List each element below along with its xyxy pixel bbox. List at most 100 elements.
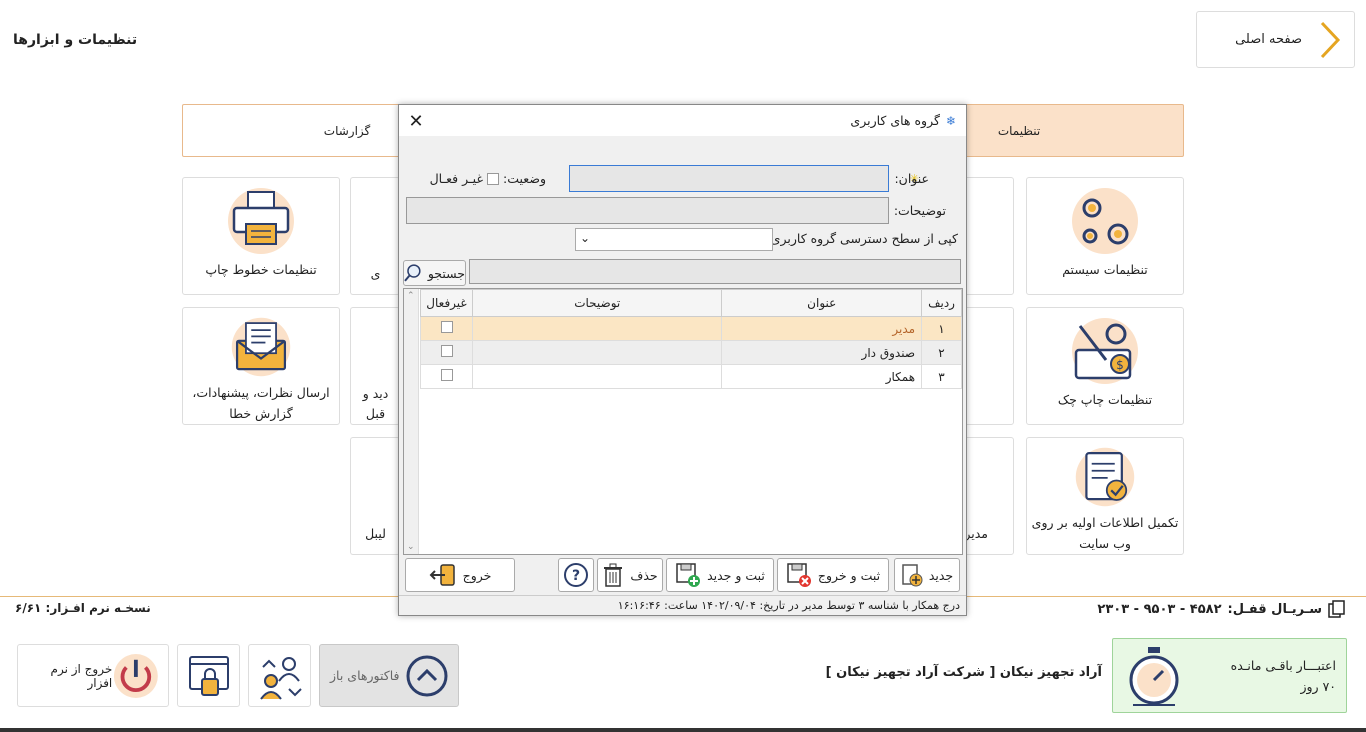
cell-row: ۱ (921, 316, 962, 341)
card-label-line1: تکمیل اطلاعات اولیه بر روی (1031, 515, 1179, 530)
card-complete-info[interactable]: تکمیل اطلاعات اولیه بر روی وب سایت (1026, 437, 1184, 555)
lock-icon (188, 655, 229, 696)
new-label: جدید (928, 567, 954, 583)
col-inactive[interactable]: غیرفعال (420, 289, 473, 317)
open-invoices-button[interactable]: فاکتورهای باز (319, 644, 459, 707)
cell-desc (471, 340, 723, 365)
chevron-up-circle-icon (406, 655, 448, 696)
version-value: ۶/۶۱ (15, 601, 42, 615)
new-document-icon (902, 564, 923, 587)
serial-label: سـریـال قفـل: (1227, 601, 1322, 617)
exit-app-label: خروج از نرم افزار (50, 661, 113, 690)
switch-user-icon (259, 656, 302, 700)
card-label: تنظیمات سیستم (1062, 262, 1148, 277)
card-feedback[interactable]: ارسال نظرات، پیشنهادات، گزارش خطا (182, 307, 340, 425)
card-partial-7[interactable]: لیبل (350, 437, 400, 555)
card-partial-6[interactable]: دید و قبل (350, 307, 400, 425)
col-title[interactable]: عنوان (721, 289, 923, 317)
cell-title: همکار (721, 364, 923, 389)
groups-grid: ⌃ ⌄ ردیف عنوان توضیحات غیرفعال ۱ مدیر ۲ … (403, 288, 963, 555)
card-label-line2: قبل (365, 406, 386, 421)
cell-desc (471, 316, 723, 341)
search-button[interactable]: جستجو (403, 260, 466, 286)
close-icon[interactable]: ✕ (405, 110, 427, 132)
cell-title: صندوق دار (721, 340, 923, 365)
credit-label: اعتبـــار باقـی مانـده (1230, 657, 1336, 673)
chevron-down-icon: ⌄ (580, 231, 591, 245)
cell-row: ۲ (921, 340, 962, 365)
document-check-icon (1075, 447, 1135, 507)
search-label: جستجو (427, 265, 465, 281)
delete-button[interactable]: حذف (597, 558, 663, 592)
exit-label: خروج (462, 567, 492, 583)
cell-desc (471, 364, 723, 389)
user-groups-dialog: ❄ گروه های کاربری ✕ ✳ عنوان: وضعیت: غیـر… (398, 104, 967, 616)
search-icon (404, 264, 421, 282)
serial-lock: سـریـال قفـل: ۴۵۸۲ - ۹۵۰۳ - ۲۳۰۳ (1097, 600, 1346, 618)
save-new-button[interactable]: ثبت و جدید (666, 558, 774, 592)
chevron-right-icon (1320, 21, 1341, 58)
exit-button[interactable]: خروج (405, 558, 515, 592)
svg-text:$: $ (1116, 358, 1124, 372)
card-label-line1: دید و (362, 386, 389, 401)
help-icon: ? (564, 563, 588, 587)
card-partial-4-label: مدیر (964, 526, 988, 541)
copy-icon[interactable] (1328, 600, 1346, 618)
help-button[interactable]: ? (558, 558, 594, 592)
col-row[interactable]: ردیف (921, 289, 962, 317)
card-label: تنظیمات خطوط چاپ (205, 262, 317, 277)
cell-row: ۳ (921, 364, 962, 389)
card-label: تنظیمات چاپ چک (1057, 392, 1153, 407)
save-exit-label: ثبت و خروج (817, 567, 881, 583)
company-name: آراد تجهیز نیکان [ شرکت آراد تجهیز نیکان… (825, 665, 1102, 680)
grid-scrollbar[interactable]: ⌃ ⌄ (404, 289, 419, 554)
status-label: وضعیت: (503, 171, 546, 186)
card-label-line2: گزارش خطا (229, 406, 293, 421)
lock-button[interactable] (177, 644, 240, 707)
version-label: نسخـه نرم افـزار: (45, 601, 151, 615)
card-check-print[interactable]: $ تنظیمات چاپ چک (1026, 307, 1184, 425)
printer-icon (228, 188, 294, 254)
gears-icon (1072, 188, 1138, 254)
exit-app-button[interactable]: خروج از نرم افزار (17, 644, 169, 707)
svg-text:?: ? (572, 568, 580, 584)
row-inactive-checkbox[interactable] (440, 369, 453, 381)
inactive-label: غیـر فعـال (429, 171, 483, 186)
title-label: عنوان: (894, 171, 929, 186)
col-desc[interactable]: توضیحات (471, 289, 723, 317)
title-input[interactable] (569, 165, 889, 192)
switch-user-button[interactable] (248, 644, 311, 707)
home-button[interactable]: صفحه اصلی (1196, 11, 1355, 68)
footer-strip (0, 728, 1366, 732)
stopwatch-icon (1129, 646, 1179, 706)
row-inactive-checkbox[interactable] (440, 345, 453, 357)
card-partial-5[interactable]: ی (350, 177, 400, 295)
card-print-lines[interactable]: تنظیمات خطوط چاپ (182, 177, 340, 295)
card-label: ی (370, 266, 381, 281)
card-label: لیبل (365, 526, 386, 541)
search-input[interactable] (469, 259, 961, 284)
dialog-title: گروه های کاربری (850, 113, 940, 128)
credit-value: ۷۰ روز (1300, 678, 1336, 694)
version: نسخـه نرم افـزار: ۶/۶۱ (15, 601, 151, 615)
desc-input[interactable] (406, 197, 889, 224)
save-exit-button[interactable]: ثبت و خروج (777, 558, 889, 592)
card-system-settings[interactable]: تنظیمات سیستم (1026, 177, 1184, 295)
groups-table: ردیف عنوان توضیحات غیرفعال ۱ مدیر ۲ صندو… (420, 289, 962, 389)
card-label-line2: وب سایت (1079, 536, 1131, 551)
table-row[interactable]: ۳ همکار (420, 364, 962, 389)
save-new-label: ثبت و جدید (707, 567, 765, 583)
table-row[interactable]: ۲ صندوق دار (420, 340, 962, 365)
row-inactive-checkbox[interactable] (440, 321, 453, 333)
delete-label: حذف (630, 567, 658, 583)
cell-title: مدیر (721, 316, 923, 341)
inactive-checkbox[interactable] (487, 173, 499, 185)
exit-door-icon (429, 564, 455, 586)
new-button[interactable]: جدید (894, 558, 960, 592)
copy-label: کپی از سطح دسترسی گروه کاربری : (762, 231, 959, 246)
open-invoices-label: فاکتورهای باز (330, 668, 400, 683)
save-new-icon (676, 563, 701, 587)
table-row[interactable]: ۱ مدیر (420, 316, 962, 341)
page-title: تنظیمات و ابزارها (13, 32, 138, 48)
copy-group-select[interactable]: ⌄ (575, 228, 773, 251)
